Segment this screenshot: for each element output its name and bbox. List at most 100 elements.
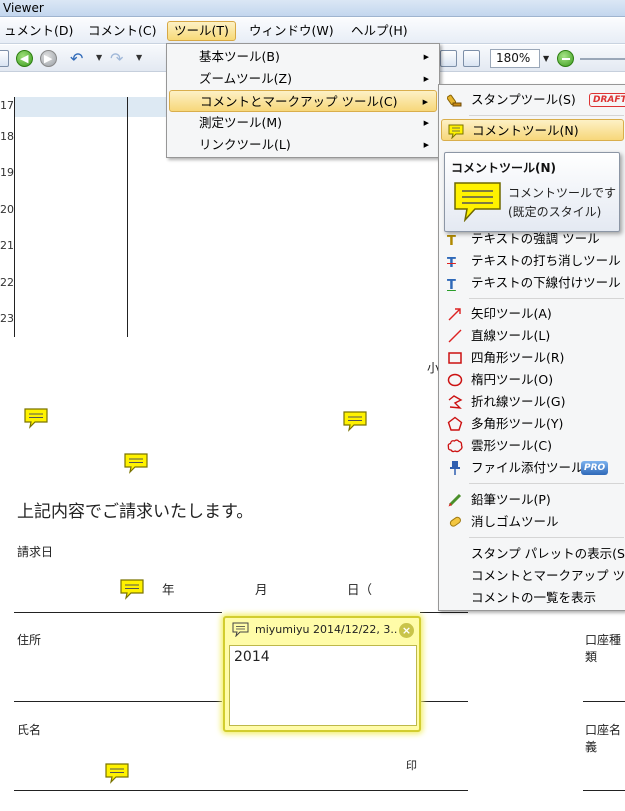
menu-item-eraser-tool[interactable]: 消しゴムツール <box>441 511 625 533</box>
tools-menu: 基本ツール(B) ▶ ズームツール(Z) ▶ コメントとマークアップ ツール(C) ▶… <box>166 43 440 158</box>
comment-note-icon[interactable] <box>123 452 149 474</box>
menu-document[interactable]: ュメント(D) <box>0 21 79 41</box>
menu-item-note-tool[interactable]: コメントツール(N) <box>441 119 624 141</box>
menu-item-comment-markup-tools[interactable]: コメントとマークアップ ツール(C) ▶ <box>169 90 437 112</box>
close-icon[interactable]: × <box>399 623 414 638</box>
fit-width-icon[interactable] <box>463 50 480 67</box>
comment-author: miyumiyu 2014/12/22, 3.. <box>255 623 398 636</box>
menu-item-link-tools[interactable]: リンクツール(L) ▶ <box>169 134 437 156</box>
invoice-statement: 上記内容でご請求いたします。 <box>17 502 254 522</box>
submenu-arrow-icon: ▶ <box>423 119 429 127</box>
menu-help[interactable]: ヘルプ(H) <box>345 21 414 41</box>
menu-item-arrow-tool[interactable]: 矢印ツール(A) <box>441 303 625 325</box>
seal-mark: 印 <box>406 759 417 772</box>
divider-line <box>420 612 468 613</box>
menu-item-show-stamp-palette[interactable]: スタンプ パレットの表示(S) <box>441 543 625 565</box>
polygon-icon <box>447 416 463 431</box>
divider-line <box>14 701 222 702</box>
comment-content: 2014 <box>234 649 270 665</box>
day-label: 日（ <box>347 582 373 597</box>
zoom-out-icon[interactable] <box>557 50 574 67</box>
menu-item-oval-tool[interactable]: 楕円ツール(O) <box>441 369 625 391</box>
redo-icon[interactable]: ↷ <box>110 49 123 68</box>
menu-item-comment-markup-toolbar[interactable]: コメントとマークアップ ツー <box>441 565 625 587</box>
menu-tools[interactable]: ツール(T) <box>167 21 236 41</box>
comment-note-icon <box>448 124 464 139</box>
forward-icon[interactable]: ▶ <box>40 50 57 67</box>
menu-item-rectangle-tool[interactable]: 四角形ツール(R) <box>441 347 625 369</box>
title-bar: Viewer <box>0 0 625 17</box>
undo-icon[interactable]: ↶ <box>70 49 83 68</box>
menu-item-pencil-tool[interactable]: 鉛筆ツール(P) <box>441 489 625 511</box>
row-number: 22 <box>0 276 14 289</box>
window-title: Viewer <box>3 1 44 15</box>
zoom-slider[interactable] <box>580 58 625 60</box>
divider-line <box>583 701 625 702</box>
submenu-arrow-icon: ▶ <box>423 75 429 83</box>
menu-item-polyline-tool[interactable]: 折れ線ツール(G) <box>441 391 625 413</box>
zoom-input[interactable]: 180% <box>490 49 540 68</box>
highlight-text-icon: T <box>447 234 456 249</box>
menu-item-polygon-tool[interactable]: 多角形ツール(Y) <box>441 413 625 435</box>
month-label: 月 <box>255 582 268 597</box>
stamp-icon <box>447 94 462 107</box>
table-border-left <box>14 97 15 337</box>
comment-note-icon[interactable] <box>119 578 145 600</box>
tooltip-title: コメントツール(N) <box>451 161 557 175</box>
redo-dropdown-icon[interactable]: ▼ <box>136 53 142 62</box>
divider-line <box>14 790 468 791</box>
tooltip-description: コメントツールです <box>508 186 617 200</box>
comment-text-area[interactable]: 2014 <box>229 645 417 726</box>
year-label: 年 <box>162 582 175 597</box>
draft-stamp-badge: DRAFT <box>589 93 625 107</box>
strikeout-text-icon: T <box>447 256 456 271</box>
comment-note-icon[interactable] <box>342 410 368 432</box>
print-icon[interactable] <box>0 50 9 67</box>
menu-bar: ュメント(D) コメント(C) ツール(T) ウィンドウ(W) ヘルプ(H) <box>0 18 625 44</box>
row-number: 20 <box>0 203 14 216</box>
menu-separator <box>469 298 624 299</box>
menu-item-show-comment-list[interactable]: コメントの一覧を表示 <box>441 587 625 609</box>
row-number: 21 <box>0 239 14 252</box>
underline-text-icon: T <box>447 278 456 293</box>
menu-item-underline-tool[interactable]: T テキストの下線付けツール <box>441 272 625 294</box>
menu-item-line-tool[interactable]: 直線ツール(L) <box>441 325 625 347</box>
arrow-icon <box>448 308 461 321</box>
submenu-arrow-icon: ▶ <box>423 141 429 149</box>
pencil-icon <box>448 493 462 507</box>
menu-separator <box>469 537 624 538</box>
menu-window[interactable]: ウィンドウ(W) <box>243 21 340 41</box>
line-icon <box>448 329 462 343</box>
note-tool-tooltip: コメントツール(N) コメントツールです (既定のスタイル) <box>444 152 620 232</box>
undo-dropdown-icon[interactable]: ▼ <box>96 53 102 62</box>
row-number: 19 <box>0 166 14 179</box>
menu-item-basic-tools[interactable]: 基本ツール(B) ▶ <box>169 46 437 68</box>
invoice-date-label: 請求日 <box>17 545 54 559</box>
comment-note-icon <box>454 182 501 222</box>
fit-page-icon[interactable] <box>440 50 457 67</box>
menu-comment[interactable]: コメント(C) <box>82 21 162 41</box>
name-label: 氏名 <box>17 723 42 737</box>
tooltip-description: (既定のスタイル) <box>508 205 602 219</box>
menu-item-attach-file-tool[interactable]: ファイル添付ツール PRO <box>441 457 625 479</box>
menu-item-cloud-tool[interactable]: 雲形ツール(C) <box>441 435 625 457</box>
rectangle-icon <box>448 352 462 364</box>
account-type-label: 口座種類 <box>585 633 622 664</box>
comment-note-icon[interactable] <box>104 762 130 784</box>
zoom-dropdown-icon[interactable]: ▼ <box>543 54 549 63</box>
divider-line <box>583 790 625 791</box>
menu-item-strikeout-tool[interactable]: T テキストの打ち消しツール <box>441 250 625 272</box>
row-number: 17 <box>0 99 14 112</box>
menu-item-zoom-tools[interactable]: ズームツール(Z) ▶ <box>169 68 437 90</box>
divider-line <box>420 701 468 702</box>
divider-line <box>14 612 222 613</box>
comment-note-icon[interactable] <box>23 407 49 429</box>
menu-separator <box>469 115 624 116</box>
comment-popup[interactable]: miyumiyu 2014/12/22, 3.. × 2014 <box>223 616 421 732</box>
menu-item-stamp-tool[interactable]: スタンプツール(S) DRAFT <box>441 89 625 111</box>
menu-item-measure-tools[interactable]: 測定ツール(M) ▶ <box>169 112 437 134</box>
back-icon[interactable]: ◀ <box>16 50 33 67</box>
oval-icon <box>447 373 463 387</box>
row-number: 18 <box>0 130 14 143</box>
comment-popup-header[interactable]: miyumiyu 2014/12/22, 3.. × <box>225 618 419 642</box>
